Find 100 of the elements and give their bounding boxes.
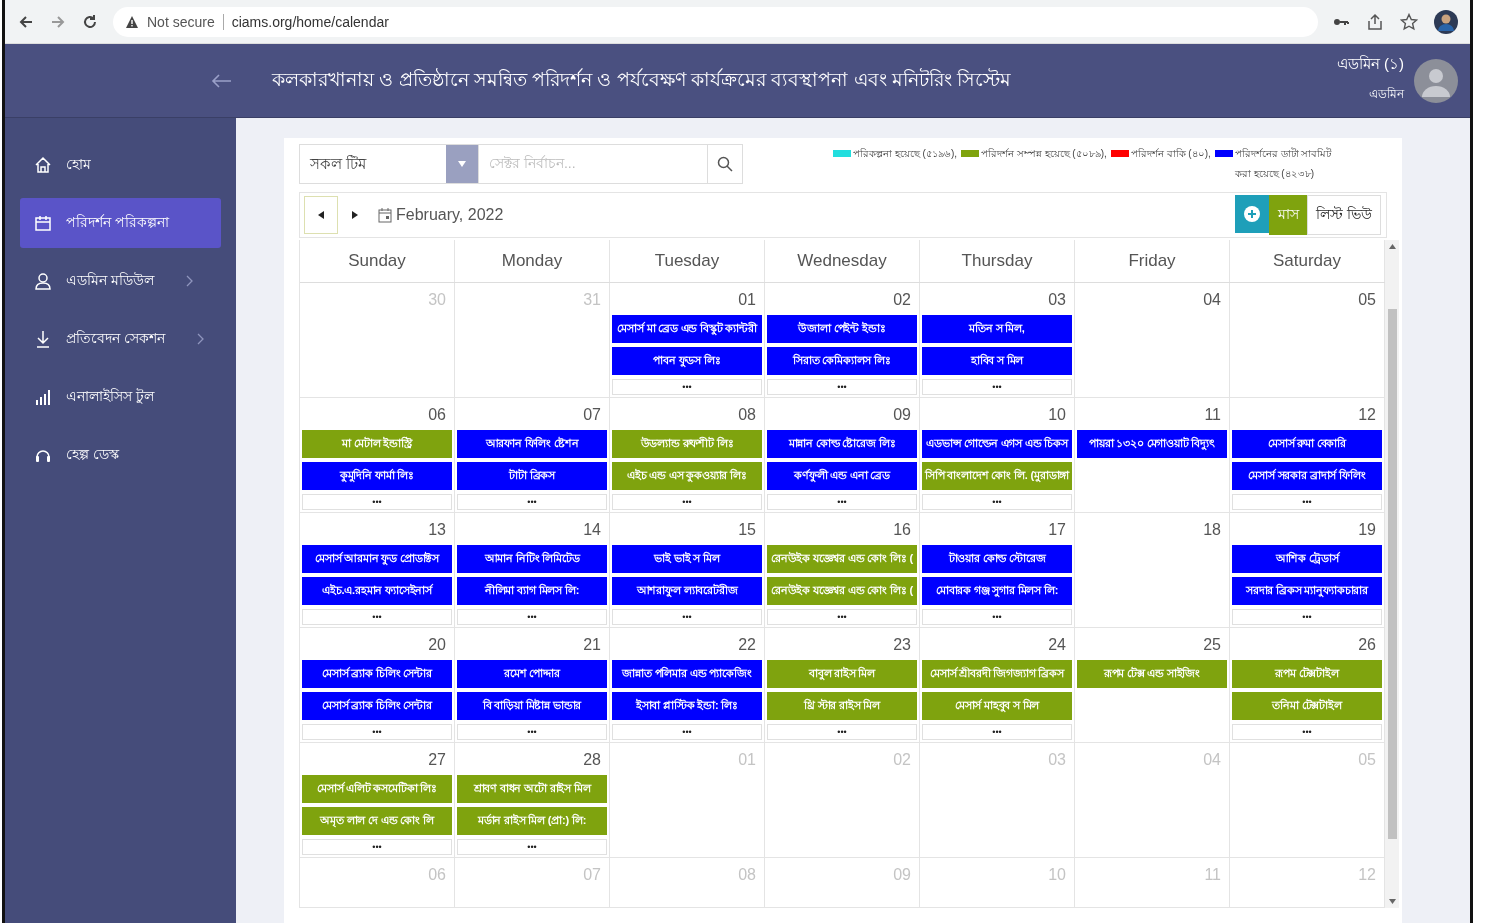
day-number: 08 bbox=[737, 405, 757, 425]
right-triangle-icon bbox=[352, 211, 358, 219]
sidebar-item[interactable]: হোম bbox=[20, 140, 221, 190]
day-number: 11 bbox=[1203, 405, 1222, 425]
calendar-event[interactable]: মেসার্স আরমান ফুড প্রোডাক্টস bbox=[302, 545, 452, 573]
more-events-link[interactable]: ••• bbox=[767, 494, 917, 510]
calendar-event[interactable]: মেসার্স ব্র্যাক চিলিং সেন্টার bbox=[302, 692, 452, 720]
more-events-link[interactable]: ••• bbox=[612, 609, 762, 625]
calendar-event[interactable]: সরদার ব্রিকস ম্যানুফ্যাকচারার bbox=[1232, 577, 1382, 605]
star-icon[interactable] bbox=[1400, 12, 1418, 31]
calendar-event[interactable]: মান্নান কোল্ড ষ্টোরেজ লিঃ bbox=[767, 430, 917, 458]
calendar-event[interactable]: কর্ণফুলী এন্ড এনা ব্রেড bbox=[767, 462, 917, 490]
calendar-event[interactable]: হাবিব স মিল bbox=[922, 347, 1072, 375]
month-title: February, 2022 bbox=[396, 206, 504, 224]
day-number: 27 bbox=[427, 750, 447, 770]
calendar-event[interactable]: টাটা ব্রিকস bbox=[457, 462, 607, 490]
security-label: Not secure bbox=[147, 13, 215, 30]
download-arrow-icon bbox=[34, 330, 52, 348]
user-role: এডমিন bbox=[1369, 86, 1404, 103]
more-events-link[interactable]: ••• bbox=[302, 724, 452, 740]
calendar-event[interactable]: মতিন স মিল, bbox=[922, 315, 1072, 343]
scroll-down-icon[interactable] bbox=[1388, 899, 1396, 904]
day-number: 07 bbox=[582, 865, 602, 885]
calendar-event[interactable]: মোবারক গঞ্জ সুগার মিলস লি: bbox=[922, 577, 1072, 605]
day-number: 06 bbox=[427, 405, 447, 425]
more-events-link[interactable]: ••• bbox=[302, 609, 452, 625]
calendar-event[interactable]: মেসার্স রুমা বেকারি bbox=[1232, 430, 1382, 458]
add-button[interactable] bbox=[1235, 195, 1270, 233]
more-events-link[interactable]: ••• bbox=[612, 379, 762, 395]
day-number: 03 bbox=[1047, 290, 1067, 310]
weekday-header: Wednesday bbox=[765, 240, 920, 282]
more-events-link[interactable]: ••• bbox=[612, 494, 762, 510]
calendar-event[interactable]: আরফান ফিলিং ষ্টেশন bbox=[457, 430, 607, 458]
day-number: 10 bbox=[1047, 405, 1067, 425]
weekday-header: Tuesday bbox=[610, 240, 765, 282]
calendar-event[interactable]: আশিক ট্রেডার্স bbox=[1232, 545, 1382, 573]
more-events-link[interactable]: ••• bbox=[302, 839, 452, 855]
more-events-link[interactable]: ••• bbox=[457, 609, 607, 625]
more-events-link[interactable]: ••• bbox=[922, 609, 1072, 625]
more-events-link[interactable]: ••• bbox=[457, 494, 607, 510]
calendar-event[interactable]: সিরাত কেমিক্যালস লিঃ bbox=[767, 347, 917, 375]
sidebar-item[interactable]: এডমিন মডিউল bbox=[20, 256, 221, 306]
more-events-link[interactable]: ••• bbox=[922, 724, 1072, 740]
calendar-event[interactable]: মেসার্স ব্র্যাক চিলিং সেন্টার bbox=[302, 660, 452, 688]
calendar-event[interactable]: রমেশ পোদ্দার bbox=[457, 660, 607, 688]
calendar-event[interactable]: ইসাবা প্লাস্টিক ইন্ডা: লিঃ bbox=[612, 692, 762, 720]
more-events-link[interactable]: ••• bbox=[457, 724, 607, 740]
scroll-up-icon[interactable] bbox=[1388, 244, 1396, 249]
day-number: 17 bbox=[1047, 520, 1067, 540]
weekday-header: Friday bbox=[1075, 240, 1230, 282]
warning-icon bbox=[125, 14, 139, 29]
profile-avatar-icon[interactable] bbox=[1434, 9, 1458, 34]
more-events-link[interactable]: ••• bbox=[612, 724, 762, 740]
view-tab[interactable]: লিস্ট ভিউ bbox=[1307, 195, 1381, 235]
sidebar-item[interactable]: এনালাইসিস টুল bbox=[20, 372, 221, 422]
calendar-event[interactable]: ভাই ভাই স মিল bbox=[612, 545, 762, 573]
day-number: 30 bbox=[427, 290, 447, 310]
calendar-event[interactable]: মেসার্স সরকার ব্রাদার্স ফিলিং bbox=[1232, 462, 1382, 490]
day-number: 02 bbox=[892, 750, 912, 770]
more-events-link[interactable]: ••• bbox=[302, 494, 452, 510]
user-name[interactable]: এডমিন (১) bbox=[1336, 52, 1404, 77]
day-number: 13 bbox=[427, 520, 447, 540]
day-number: 21 bbox=[582, 635, 602, 655]
day-number: 09 bbox=[892, 865, 912, 885]
more-events-link[interactable]: ••• bbox=[922, 379, 1072, 395]
calendar-event[interactable]: কুমুদিনি ফার্মা লিঃ bbox=[302, 462, 452, 490]
day-number: 08 bbox=[737, 865, 757, 885]
calendar-event[interactable]: পাবন ফুডস লিঃ bbox=[612, 347, 762, 375]
sidebar-item[interactable]: হেল্প ডেস্ক bbox=[20, 430, 221, 480]
calendar-event[interactable]: জান্নাত পলিমার এন্ড প্যাকেজিং bbox=[612, 660, 762, 688]
calendar-event[interactable]: আমান নিটিং লিমিটেড bbox=[457, 545, 607, 573]
day-number: 26 bbox=[1357, 635, 1377, 655]
back-arrow-icon[interactable] bbox=[210, 71, 232, 90]
more-events-link[interactable]: ••• bbox=[1232, 724, 1382, 740]
calendar-icon bbox=[378, 207, 392, 223]
day-number: 11 bbox=[1203, 865, 1222, 885]
reload-icon[interactable] bbox=[81, 12, 99, 31]
calendar-event[interactable]: এইচ.এ.রহমান ফ্যাসেইনার্স bbox=[302, 577, 452, 605]
calendar-event[interactable]: এডভান্স গোল্ডেন এগস এন্ড চিকস bbox=[922, 430, 1072, 458]
calendar-event[interactable]: আশরাফুল ল্যাবরেটরীজ bbox=[612, 577, 762, 605]
scrollbar-thumb[interactable] bbox=[1387, 309, 1397, 839]
calendar-event[interactable]: উজালা পেইন্ট ইন্ডাঃ bbox=[767, 315, 917, 343]
more-events-link[interactable]: ••• bbox=[767, 379, 917, 395]
more-events-link[interactable]: ••• bbox=[922, 494, 1072, 510]
calendar-event[interactable]: বি বাড়িয়া মিষ্টান্ন ভান্ডার bbox=[457, 692, 607, 720]
sidebar-item[interactable]: প্রতিবেদন সেকশন bbox=[20, 314, 221, 364]
address-bar[interactable]: Not secure ciams.org/home/calendar bbox=[113, 6, 1318, 37]
more-events-link[interactable]: ••• bbox=[1232, 494, 1382, 510]
calendar-event[interactable]: মেসার্স মা ব্রেড এন্ড বিস্কুট ক্যান্টরী bbox=[612, 315, 762, 343]
scrollbar[interactable] bbox=[1385, 240, 1399, 908]
more-events-link[interactable]: ••• bbox=[767, 724, 917, 740]
more-events-link[interactable]: ••• bbox=[767, 609, 917, 625]
share-icon[interactable] bbox=[1366, 12, 1384, 31]
calendar-event[interactable]: নীলিমা ব্যাগ মিলস লি: bbox=[457, 577, 607, 605]
more-events-link[interactable]: ••• bbox=[1232, 609, 1382, 625]
sidebar-item[interactable]: পরিদর্শন পরিকল্পনা bbox=[20, 198, 221, 248]
calendar-event[interactable]: টাওয়ার কোল্ড স্টোরেজ bbox=[922, 545, 1072, 573]
user-avatar[interactable] bbox=[1414, 58, 1458, 103]
calendar-event[interactable]: পায়রা ১৩২০ মেগাওয়াট বিদ্যুৎ bbox=[1077, 430, 1227, 458]
more-events-link[interactable]: ••• bbox=[457, 839, 607, 855]
